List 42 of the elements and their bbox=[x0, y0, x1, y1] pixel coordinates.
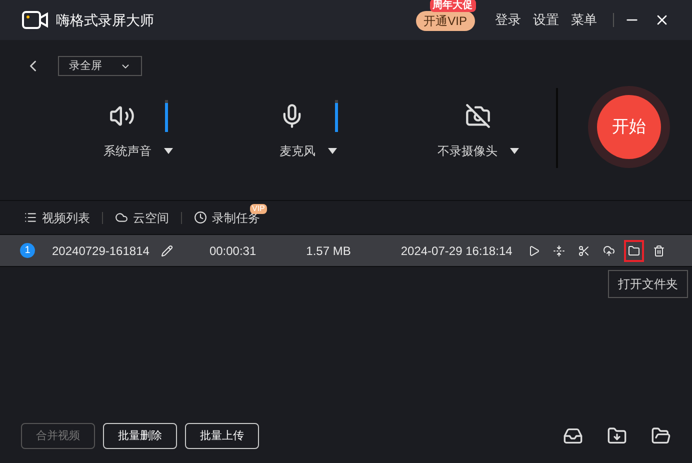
caret-down-icon bbox=[164, 148, 172, 154]
menu-link[interactable]: 设置 bbox=[533, 10, 559, 30]
source-dropdown[interactable]: 系统声音 bbox=[104, 142, 172, 160]
edit-icon[interactable] bbox=[161, 244, 174, 256]
vip-button[interactable]: 开通VIP bbox=[416, 11, 475, 31]
tooltip: 打开文件夹 bbox=[608, 270, 688, 298]
mode-dropdown[interactable]: 录全屏 bbox=[58, 56, 142, 76]
cloud-icon bbox=[115, 211, 128, 224]
recording-row[interactable]: 1 20240729-161814 00:00:31 1.57 MB 2024-07-29 16:18:14 bbox=[0, 234, 692, 267]
caret-down-icon bbox=[510, 148, 518, 154]
upload-icon bbox=[603, 244, 616, 256]
tab[interactable]: 视频列表 bbox=[24, 208, 90, 226]
start-button[interactable]: 开始 bbox=[597, 95, 661, 159]
delete-icon bbox=[653, 244, 666, 256]
window-title: 嗨格式录屏大师 bbox=[56, 10, 154, 30]
tab[interactable]: 云空间 bbox=[115, 208, 169, 226]
menu-link[interactable]: 登录 bbox=[495, 10, 521, 30]
file-name: 20240729-161814 bbox=[52, 242, 150, 260]
source-dropdown[interactable]: 不录摄像头 bbox=[438, 142, 518, 160]
camera-logo-icon bbox=[22, 10, 48, 30]
caret-down-icon bbox=[328, 148, 336, 154]
compress-icon bbox=[553, 244, 566, 256]
batch-button[interactable]: 批量上传 bbox=[185, 423, 259, 449]
list-icon bbox=[24, 211, 37, 224]
folder-icon bbox=[628, 244, 640, 256]
menu-link[interactable]: 菜单 bbox=[571, 10, 597, 30]
camera-icon bbox=[465, 103, 491, 129]
record-date: 2024-07-29 16:18:14 bbox=[400, 242, 512, 260]
import-icon[interactable] bbox=[607, 426, 627, 446]
source-dropdown[interactable]: 麦克风 bbox=[280, 142, 336, 160]
play-icon bbox=[528, 244, 540, 256]
action-button[interactable] bbox=[624, 240, 644, 262]
inbox-icon[interactable] bbox=[563, 426, 583, 446]
cut-icon bbox=[578, 244, 590, 256]
file-size: 1.57 MB bbox=[306, 242, 351, 260]
index-badge: 1 bbox=[20, 243, 35, 258]
speaker-icon bbox=[108, 103, 134, 129]
vip-badge: VIP bbox=[250, 204, 267, 214]
batch-button[interactable]: 批量删除 bbox=[103, 423, 177, 449]
duration: 00:00:31 bbox=[209, 242, 256, 260]
clock-icon bbox=[194, 211, 207, 224]
folder-icon[interactable] bbox=[651, 426, 671, 446]
